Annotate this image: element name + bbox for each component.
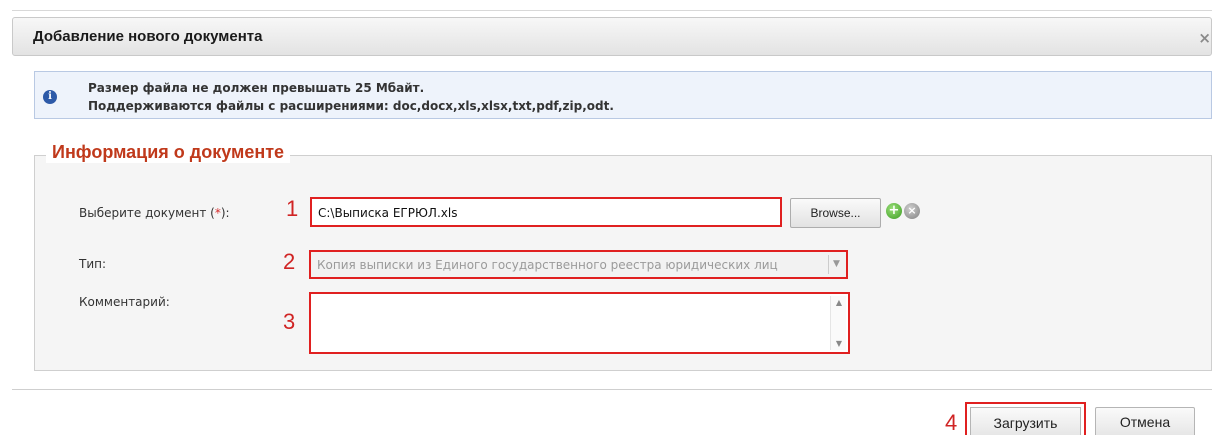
type-label: Тип: <box>79 257 107 271</box>
upload-button[interactable]: Загрузить <box>970 407 1081 435</box>
scroll-down-icon[interactable]: ▼ <box>831 339 847 348</box>
footer-divider <box>12 389 1212 390</box>
close-icon[interactable]: × <box>1198 29 1211 47</box>
annotation-number-4: 4 <box>945 410 958 435</box>
add-icon[interactable]: + <box>886 203 902 219</box>
annotation-number-3: 3 <box>283 309 296 334</box>
cancel-button[interactable]: Отмена <box>1095 407 1195 435</box>
type-select-value: Копия выписки из Единого государственног… <box>317 258 778 272</box>
comment-textarea[interactable]: ▲ ▼ <box>309 292 850 354</box>
document-file-input[interactable]: C:\Выписка ЕГРЮЛ.xls <box>310 197 782 227</box>
type-select[interactable]: Копия выписки из Единого государственног… <box>309 250 848 279</box>
fieldset-legend: Информация о документе <box>46 142 291 163</box>
annotation-number-1: 1 <box>286 196 299 221</box>
browse-button[interactable]: Browse... <box>790 198 881 228</box>
info-line-size: Размер файла не должен превышать 25 Мбай… <box>88 81 425 95</box>
info-icon: i <box>43 90 57 104</box>
dialog-title: Добавление нового документа <box>33 28 263 45</box>
document-label: Выберите документ (*): <box>79 206 230 220</box>
chevron-down-icon[interactable]: ▼ <box>828 255 844 274</box>
annotation-number-2: 2 <box>283 249 296 274</box>
comment-scrollbar[interactable]: ▲ ▼ <box>830 296 846 350</box>
scroll-up-icon[interactable]: ▲ <box>831 298 847 307</box>
top-divider <box>12 10 1212 11</box>
comment-label: Комментарий: <box>79 295 170 309</box>
info-line-extensions: Поддерживаются файлы с расширениями: doc… <box>88 99 614 113</box>
remove-icon[interactable]: × <box>904 203 920 219</box>
info-message: i Размер файла не должен превышать 25 Мб… <box>34 71 1212 119</box>
dialog-titlebar: Добавление нового документа × <box>12 17 1212 56</box>
upload-button-highlight: Загрузить <box>965 402 1086 435</box>
